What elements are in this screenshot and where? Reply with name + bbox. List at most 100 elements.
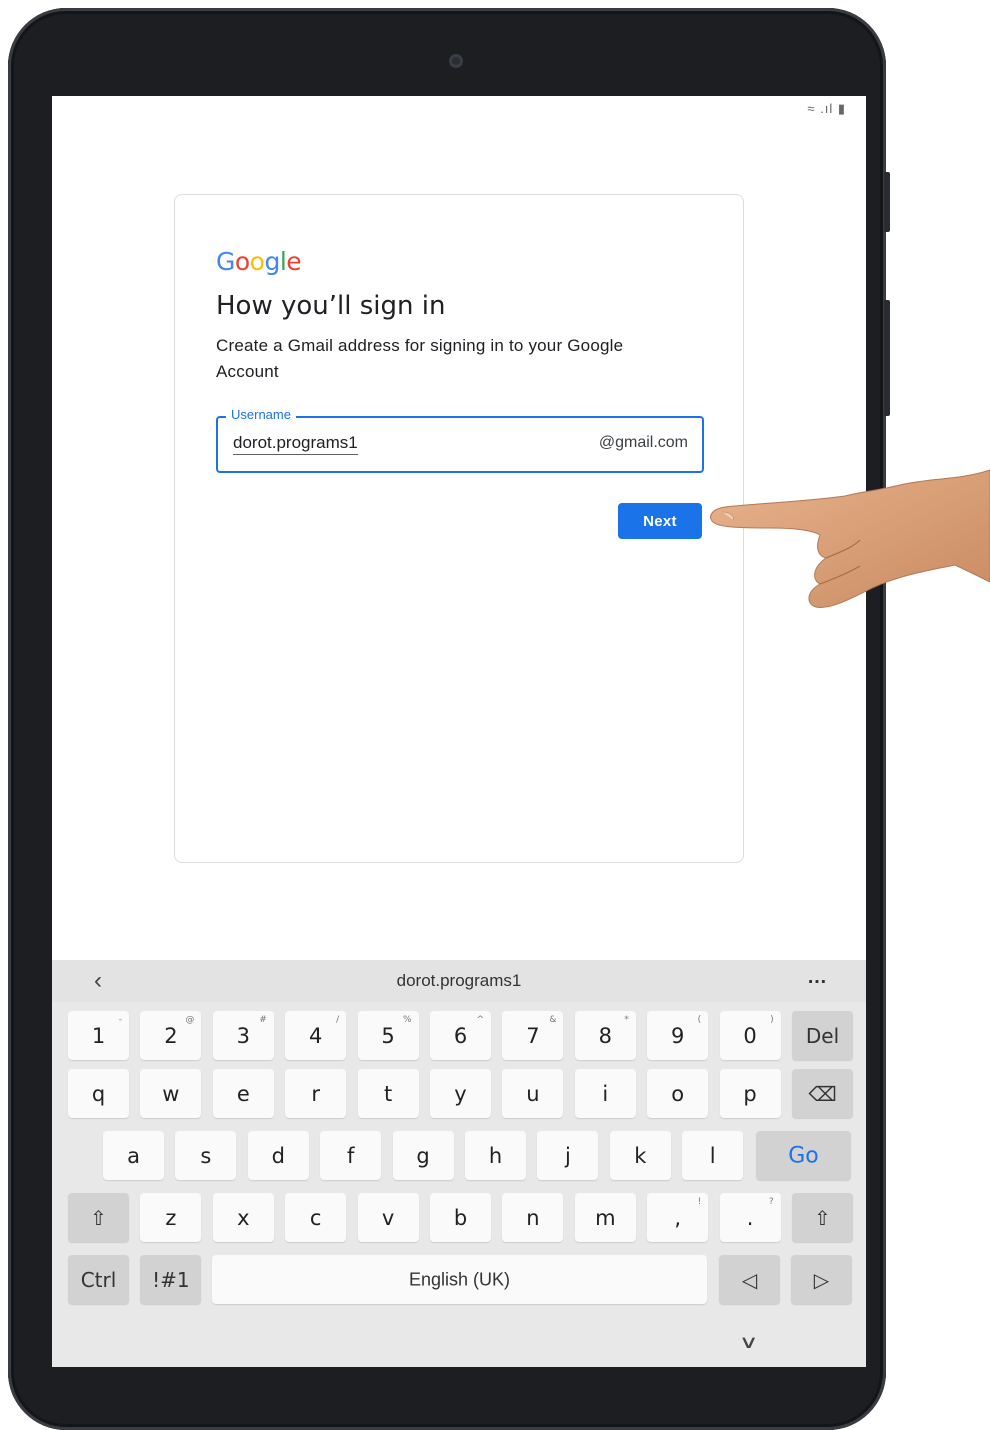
key-label: !#1 xyxy=(152,1267,190,1292)
backspace-icon[interactable]: ⌫ xyxy=(792,1069,853,1118)
pointing-hand-image xyxy=(710,469,990,608)
key-v[interactable]: v xyxy=(357,1193,419,1242)
key-s[interactable]: s xyxy=(175,1131,237,1180)
key-label: v xyxy=(381,1205,395,1230)
key-2[interactable]: 2 @ xyxy=(140,1011,202,1060)
key-hint: ) xyxy=(770,1015,774,1025)
key-t[interactable]: t xyxy=(357,1069,419,1118)
key-g[interactable]: g xyxy=(392,1131,454,1180)
key-label: p xyxy=(743,1081,757,1106)
key-label: 0 xyxy=(743,1023,757,1048)
key-label: English (UK) xyxy=(408,1269,511,1289)
key-label: 3 xyxy=(236,1023,250,1048)
key-label: Go xyxy=(788,1143,819,1168)
key-label: ▷ xyxy=(813,1267,830,1292)
key-y[interactable]: y xyxy=(430,1069,491,1118)
key-3[interactable]: 3 # xyxy=(212,1011,274,1060)
key-label: c xyxy=(309,1205,322,1230)
key-label: g xyxy=(416,1143,430,1168)
symbols-key[interactable]: !#1 xyxy=(140,1255,202,1304)
key-p[interactable]: p xyxy=(719,1069,781,1118)
key-label: z xyxy=(165,1205,177,1230)
key-label: h xyxy=(488,1143,503,1168)
key-h[interactable]: h xyxy=(465,1131,526,1180)
key-b[interactable]: b xyxy=(430,1193,491,1242)
key-k[interactable]: k xyxy=(609,1131,671,1180)
key-r[interactable]: r xyxy=(285,1069,347,1118)
key-d[interactable]: d xyxy=(247,1131,309,1180)
key-q[interactable]: q xyxy=(68,1069,129,1118)
key-label: 4 xyxy=(309,1023,323,1048)
key-label: 5 xyxy=(381,1023,395,1048)
key-label: Ctrl xyxy=(80,1267,117,1292)
key-hint: # xyxy=(259,1015,267,1025)
key-0[interactable]: 0) xyxy=(719,1011,781,1060)
key-hint: / xyxy=(336,1015,340,1025)
key-label: ⌫ xyxy=(808,1081,837,1106)
key-z[interactable]: z xyxy=(140,1193,202,1242)
key-m[interactable]: m xyxy=(574,1193,636,1242)
key-label: 7 xyxy=(526,1023,540,1048)
key-label: l xyxy=(709,1143,716,1168)
key-label: r xyxy=(311,1081,320,1106)
key-label: n xyxy=(526,1205,540,1230)
key-5[interactable]: 5% xyxy=(357,1011,419,1060)
comma-key[interactable]: ,! xyxy=(647,1193,709,1242)
key-label: e xyxy=(236,1081,250,1106)
go-key[interactable]: Go xyxy=(756,1131,851,1180)
key-hint: & xyxy=(549,1015,557,1025)
collapse-keyboard-icon[interactable]: ∨ xyxy=(739,1332,759,1353)
key-label: , xyxy=(674,1205,682,1230)
key-label: o xyxy=(671,1081,685,1106)
key-w[interactable]: w xyxy=(140,1069,202,1118)
key-hint: ! xyxy=(697,1197,702,1207)
key-u[interactable]: u xyxy=(502,1069,564,1118)
key-label: w xyxy=(162,1081,180,1106)
key-label: q xyxy=(91,1081,106,1106)
key-label: . xyxy=(746,1205,754,1230)
key-label: t xyxy=(383,1081,393,1106)
key-label: f xyxy=(346,1143,355,1168)
key-f[interactable]: f xyxy=(320,1131,382,1180)
ctrl-key[interactable]: Ctrl xyxy=(68,1255,129,1304)
key-label: d xyxy=(271,1143,285,1168)
key-label: 1 xyxy=(91,1023,106,1048)
key-label: m xyxy=(595,1205,616,1230)
key-1[interactable]: 1- xyxy=(68,1011,129,1060)
key-x[interactable]: x xyxy=(212,1193,274,1242)
arrow-left-icon[interactable]: ◁ xyxy=(719,1255,780,1304)
key-hint: % xyxy=(403,1015,412,1025)
space-bar[interactable]: English (UK) xyxy=(212,1255,707,1304)
more-options-icon[interactable]: … xyxy=(807,966,828,989)
key-i[interactable]: i xyxy=(574,1069,636,1118)
key-a[interactable]: a xyxy=(103,1131,164,1180)
on-screen-keyboard: ‹ dorot.programs1 … 1-2 @3 #4/5% 6 ^ 7 & 8 * 9(0)… xyxy=(52,960,866,1367)
shift-left-icon[interactable]: ⇧ xyxy=(68,1193,129,1242)
key-label: u xyxy=(526,1081,540,1106)
key-6[interactable]: 6 ^ xyxy=(430,1011,491,1060)
key-4[interactable]: 4/ xyxy=(285,1011,347,1060)
key-o[interactable]: o xyxy=(647,1069,709,1118)
key-hint: ? xyxy=(768,1197,774,1207)
key-n[interactable]: n xyxy=(502,1193,564,1242)
key-j[interactable]: j xyxy=(537,1131,599,1180)
shift-right-icon[interactable]: ⇧ xyxy=(792,1193,853,1242)
key-e[interactable]: e xyxy=(212,1069,274,1118)
key-hint: ^ xyxy=(476,1015,484,1025)
key-7[interactable]: 7 & xyxy=(502,1011,564,1060)
key-c[interactable]: c xyxy=(285,1193,347,1242)
key-label: ⇧ xyxy=(814,1205,831,1230)
key-label: 6 xyxy=(453,1023,468,1048)
key-l[interactable]: l xyxy=(682,1131,744,1180)
key-label: x xyxy=(237,1205,250,1230)
key-label: j xyxy=(564,1143,571,1168)
key-label: 8 xyxy=(598,1023,612,1048)
period-key[interactable]: .? xyxy=(719,1193,781,1242)
key-label: i xyxy=(602,1081,609,1106)
arrow-right-icon[interactable]: ▷ xyxy=(791,1255,852,1304)
suggestion-text[interactable]: dorot.programs1 xyxy=(52,971,866,991)
key-8[interactable]: 8 * xyxy=(574,1011,636,1060)
del-key[interactable]: Del xyxy=(792,1011,853,1060)
key-9[interactable]: 9( xyxy=(647,1011,709,1060)
key-hint: * xyxy=(624,1015,629,1025)
